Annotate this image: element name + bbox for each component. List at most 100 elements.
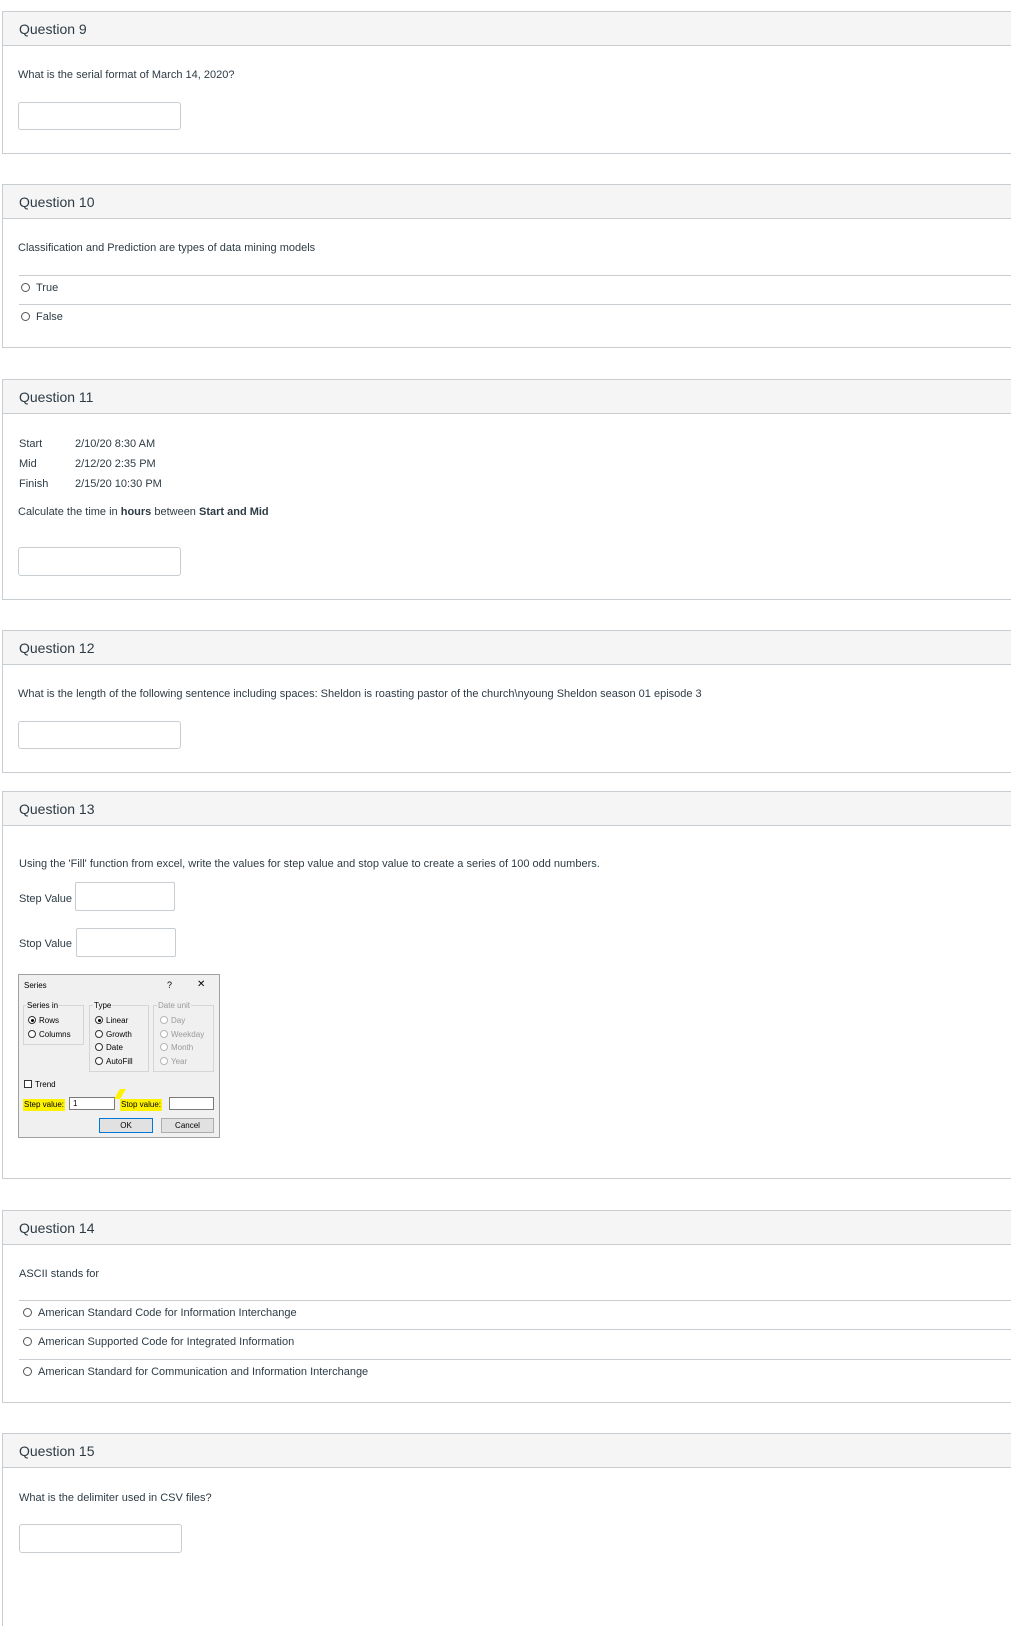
series-in-group bbox=[23, 1005, 84, 1045]
question-15: Question 15 What is the delimiter used i… bbox=[2, 1433, 1011, 1626]
row-mid-value: 2/12/20 2:35 PM bbox=[75, 458, 156, 470]
stop-value-label: Stop Value bbox=[19, 938, 73, 950]
answer-option-3[interactable]: American Standard for Communication and … bbox=[23, 1366, 368, 1378]
prompt-text: between bbox=[151, 506, 199, 518]
option-label: False bbox=[36, 311, 63, 323]
question-prompt: Classification and Prediction are types … bbox=[18, 242, 316, 254]
question-header: Question 10 bbox=[3, 185, 1011, 219]
question-title: Question 12 bbox=[19, 640, 95, 656]
option-label: Date bbox=[106, 1043, 123, 1052]
question-header: Question 14 bbox=[3, 1211, 1011, 1245]
radio-icon bbox=[95, 1016, 103, 1024]
radio-icon bbox=[160, 1016, 168, 1024]
radio-icon bbox=[95, 1030, 103, 1038]
row-finish-label: Finish bbox=[19, 478, 49, 490]
date-unit-month: Month bbox=[160, 1043, 193, 1052]
date-unit-day: Day bbox=[160, 1016, 185, 1025]
excel-series-dialog-image: Series ? ✕ Series in Rows Columns Type L… bbox=[18, 974, 220, 1138]
row-finish-value: 2/15/20 10:30 PM bbox=[75, 478, 162, 490]
ok-button: OK bbox=[99, 1118, 153, 1133]
question-title: Question 15 bbox=[19, 1443, 95, 1459]
answer-input[interactable] bbox=[18, 721, 181, 749]
option-label: Month bbox=[171, 1043, 194, 1052]
step-value-input[interactable] bbox=[75, 882, 175, 911]
close-icon: ✕ bbox=[197, 979, 206, 990]
radio-button[interactable] bbox=[21, 283, 30, 292]
stop-value-input[interactable] bbox=[76, 928, 176, 957]
step-value-field: 1 bbox=[69, 1097, 115, 1110]
trend-label: Trend bbox=[35, 1080, 56, 1089]
question-header: Question 12 bbox=[3, 631, 1011, 665]
question-header: Question 9 bbox=[3, 12, 1011, 46]
divider bbox=[19, 1300, 1011, 1301]
question-prompt: What is the length of the following sent… bbox=[18, 688, 702, 700]
help-icon: ? bbox=[167, 980, 173, 990]
answer-option-true[interactable]: True bbox=[21, 282, 58, 294]
radio-button[interactable] bbox=[23, 1308, 32, 1317]
prompt-text: Calculate the time in bbox=[18, 506, 121, 518]
radio-icon bbox=[28, 1016, 36, 1024]
step-value-text: 1 bbox=[73, 1099, 78, 1108]
trend-checkbox: Trend bbox=[24, 1080, 56, 1089]
question-11: Question 11 Start 2/10/20 8:30 AM Mid 2/… bbox=[2, 379, 1011, 600]
answer-option-false[interactable]: False bbox=[21, 311, 63, 323]
row-mid-label: Mid bbox=[19, 458, 37, 470]
question-prompt: Calculate the time in hours between Star… bbox=[18, 506, 269, 518]
option-label: Growth bbox=[106, 1030, 132, 1039]
answer-input[interactable] bbox=[18, 547, 181, 576]
type-growth: Growth bbox=[95, 1030, 132, 1039]
option-label: Day bbox=[171, 1016, 186, 1025]
question-header: Question 15 bbox=[3, 1434, 1011, 1468]
question-9: Question 9 What is the serial format of … bbox=[2, 11, 1011, 154]
answer-input[interactable] bbox=[18, 102, 181, 130]
radio-icon bbox=[160, 1057, 168, 1065]
divider bbox=[19, 304, 1011, 305]
radio-button[interactable] bbox=[23, 1367, 32, 1376]
prompt-bold: hours bbox=[120, 506, 152, 518]
option-label: True bbox=[36, 282, 59, 294]
question-12: Question 12 What is the length of the fo… bbox=[2, 630, 1011, 773]
question-13: Question 13 Using the 'Fill' function fr… bbox=[2, 791, 1011, 1179]
divider bbox=[19, 1359, 1011, 1360]
question-title: Question 10 bbox=[19, 194, 95, 210]
answer-option-2[interactable]: American Supported Code for Integrated I… bbox=[23, 1336, 294, 1348]
option-label: American Supported Code for Integrated I… bbox=[38, 1336, 295, 1348]
divider bbox=[19, 275, 1011, 276]
series-in-columns: Columns bbox=[28, 1030, 71, 1039]
prompt-bold: Start and Mid bbox=[198, 506, 269, 518]
option-label: Year bbox=[171, 1057, 188, 1066]
option-label: Columns bbox=[39, 1030, 71, 1039]
question-prompt: Using the 'Fill' function from excel, wr… bbox=[19, 858, 600, 870]
question-prompt: What is the serial format of March 14, 2… bbox=[18, 69, 235, 81]
answer-option-1[interactable]: American Standard Code for Information I… bbox=[23, 1307, 297, 1319]
option-label: Linear bbox=[106, 1016, 129, 1025]
highlighter-mark bbox=[114, 1089, 126, 1099]
step-value-highlight: Step value: bbox=[23, 1099, 66, 1111]
question-14: Question 14 ASCII stands for American St… bbox=[2, 1210, 1011, 1403]
dialog-title: Series bbox=[24, 981, 47, 990]
type-label: Type bbox=[93, 1001, 113, 1010]
stop-value-field bbox=[169, 1097, 214, 1110]
radio-button[interactable] bbox=[23, 1337, 32, 1346]
step-value-label: Step Value bbox=[19, 893, 73, 905]
divider bbox=[19, 1329, 1011, 1330]
checkbox-icon bbox=[24, 1080, 32, 1088]
type-date: Date bbox=[95, 1043, 123, 1052]
option-label: AutoFill bbox=[106, 1057, 133, 1066]
question-header: Question 13 bbox=[3, 792, 1011, 826]
question-prompt: ASCII stands for bbox=[19, 1268, 100, 1280]
radio-icon bbox=[160, 1030, 168, 1038]
series-in-rows: Rows bbox=[28, 1016, 59, 1025]
date-unit-label: Date unit bbox=[157, 1001, 192, 1010]
date-unit-weekday: Weekday bbox=[160, 1030, 204, 1039]
question-10: Question 10 Classification and Predictio… bbox=[2, 184, 1011, 348]
type-linear: Linear bbox=[95, 1016, 128, 1025]
row-start-value: 2/10/20 8:30 AM bbox=[75, 438, 156, 450]
radio-button[interactable] bbox=[21, 312, 30, 321]
question-title: Question 13 bbox=[19, 801, 95, 817]
option-label: American Standard Code for Information I… bbox=[38, 1307, 297, 1319]
answer-input[interactable] bbox=[19, 1524, 182, 1553]
stop-value-highlight: Stop value: bbox=[120, 1099, 163, 1111]
question-title: Question 11 bbox=[19, 389, 94, 405]
series-in-label: Series in bbox=[26, 1001, 60, 1010]
